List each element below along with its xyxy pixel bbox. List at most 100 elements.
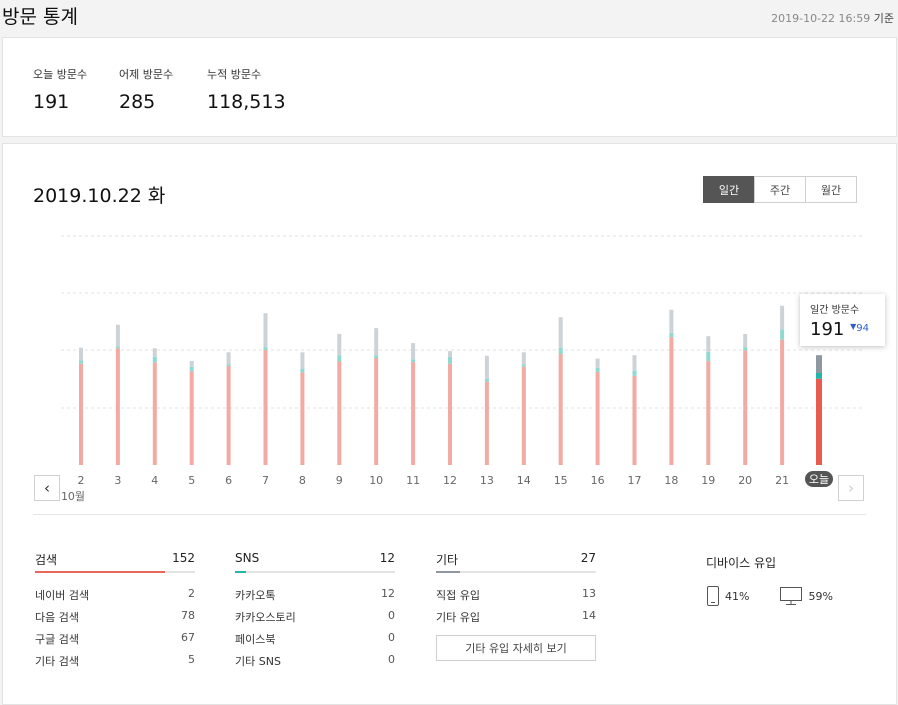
- bar-segment[interactable]: [152, 362, 157, 465]
- bar-segment[interactable]: [152, 356, 157, 363]
- bar-segment[interactable]: [669, 309, 674, 333]
- bar-segment[interactable]: [226, 352, 231, 365]
- bar-segment[interactable]: [226, 364, 231, 367]
- monitor-icon: [780, 587, 803, 605]
- x-tick-label: 15: [554, 474, 568, 487]
- bar-segment[interactable]: [189, 371, 194, 465]
- x-tick-label: 13: [480, 474, 494, 487]
- bar-segment[interactable]: [337, 361, 342, 466]
- bar-segment[interactable]: [706, 351, 711, 361]
- breakdown-search: 검색 152 네이버 검색 2 다음 검색 78 구글 검색 67 기타 검색 5: [35, 551, 195, 675]
- bar-segment[interactable]: [411, 362, 416, 465]
- bar-segment[interactable]: [816, 355, 822, 373]
- bar-segment[interactable]: [226, 366, 231, 465]
- bar-segment[interactable]: [79, 363, 83, 465]
- tooltip-value: 191: [810, 319, 845, 340]
- etc-detail-button[interactable]: 기타 유입 자세히 보기: [436, 635, 596, 661]
- bar-segment[interactable]: [484, 355, 489, 379]
- list-item: 구글 검색 67: [35, 631, 195, 646]
- bar-segment[interactable]: [448, 356, 452, 364]
- bar-segment[interactable]: [558, 354, 563, 465]
- chevron-right-icon: ›: [848, 479, 854, 497]
- search-title: 검색: [35, 553, 58, 567]
- bar-segment[interactable]: [780, 329, 785, 340]
- bar-segment[interactable]: [152, 348, 157, 357]
- bar-segment[interactable]: [558, 317, 563, 348]
- total-visits-label: 누적 방문수: [207, 68, 262, 81]
- x-tick-label: 10: [369, 474, 383, 487]
- bar-segment[interactable]: [115, 324, 120, 347]
- bar-segment[interactable]: [337, 355, 342, 362]
- bar-segment[interactable]: [300, 352, 305, 369]
- bar-segment[interactable]: [632, 375, 637, 465]
- search-bar-fill: [35, 571, 165, 573]
- bar-segment[interactable]: [632, 370, 637, 376]
- bar-segment[interactable]: [706, 336, 711, 352]
- bar-segment[interactable]: [595, 358, 600, 368]
- x-tick-label: 2: [78, 474, 85, 487]
- x-tick-label: 21: [775, 474, 789, 487]
- list-item: 기타 검색 5: [35, 653, 195, 668]
- bar-segment[interactable]: [337, 333, 342, 356]
- search-bar: [35, 571, 195, 573]
- bar-segment[interactable]: [448, 351, 452, 357]
- chart-prev-button[interactable]: ‹: [34, 475, 60, 501]
- x-tick-label: 19: [701, 474, 715, 487]
- bar-segment[interactable]: [484, 381, 489, 465]
- total-visits: 누적 방문수 118,513: [207, 66, 286, 113]
- bar-segment[interactable]: [558, 347, 563, 355]
- bar-segment[interactable]: [263, 347, 268, 350]
- bar-segment[interactable]: [595, 371, 600, 465]
- bar-segment[interactable]: [669, 337, 674, 465]
- sns-bar: [235, 571, 395, 573]
- x-tick-label: 16: [591, 474, 605, 487]
- bar-segment[interactable]: [669, 332, 674, 338]
- list-item: 기타 SNS 0: [235, 653, 395, 668]
- bar-segment[interactable]: [263, 313, 268, 348]
- bar-segment[interactable]: [115, 348, 120, 465]
- bar-segment[interactable]: [374, 328, 379, 356]
- bar-segment[interactable]: [79, 360, 83, 364]
- bar-segment[interactable]: [484, 378, 489, 382]
- tooltip-label: 일간 방문수: [810, 305, 860, 316]
- bar-segment[interactable]: [411, 343, 416, 360]
- mobile-icon: [707, 586, 719, 606]
- chevron-left-icon: ‹: [44, 479, 50, 497]
- bar-segment[interactable]: [521, 366, 526, 465]
- bar-segment[interactable]: [632, 355, 637, 371]
- sns-bar-fill: [235, 571, 247, 573]
- bar-segment[interactable]: [521, 352, 526, 365]
- bar-segment[interactable]: [706, 360, 711, 465]
- chart-next-button[interactable]: ›: [838, 475, 864, 501]
- etc-bar: [436, 571, 596, 573]
- bar-segment[interactable]: [189, 360, 194, 367]
- bar-segment[interactable]: [263, 350, 268, 465]
- search-total: 152: [172, 551, 195, 565]
- list-item: 페이스북 0: [235, 631, 395, 646]
- bar-segment[interactable]: [595, 367, 600, 372]
- bar-segment[interactable]: [743, 333, 748, 348]
- bar-segment[interactable]: [374, 355, 379, 359]
- bar-segment[interactable]: [189, 366, 194, 372]
- bar-segment[interactable]: [780, 339, 785, 465]
- bar-segment[interactable]: [448, 363, 452, 465]
- x-tick-label: 5: [188, 474, 195, 487]
- bar-segment[interactable]: [300, 372, 305, 465]
- bar-segment[interactable]: [115, 346, 120, 349]
- x-tick-label: 6: [225, 474, 232, 487]
- bar-segment[interactable]: [79, 347, 83, 361]
- bar-segment[interactable]: [743, 350, 748, 465]
- bar-segment[interactable]: [743, 347, 748, 351]
- bar-segment[interactable]: [374, 358, 379, 465]
- bar-segment[interactable]: [780, 305, 785, 330]
- bar-segment[interactable]: [521, 364, 526, 367]
- x-tick-label: 7: [262, 474, 269, 487]
- bar-segment[interactable]: [816, 373, 822, 379]
- bar-segment[interactable]: [300, 368, 305, 373]
- bar-segment[interactable]: [411, 359, 416, 363]
- etc-bar-fill: [436, 571, 460, 573]
- bar-segment[interactable]: [816, 378, 822, 465]
- today-visits: 오늘 방문수 191: [33, 66, 87, 113]
- x-tick-label: 3: [114, 474, 121, 487]
- chart-divider: [33, 514, 866, 515]
